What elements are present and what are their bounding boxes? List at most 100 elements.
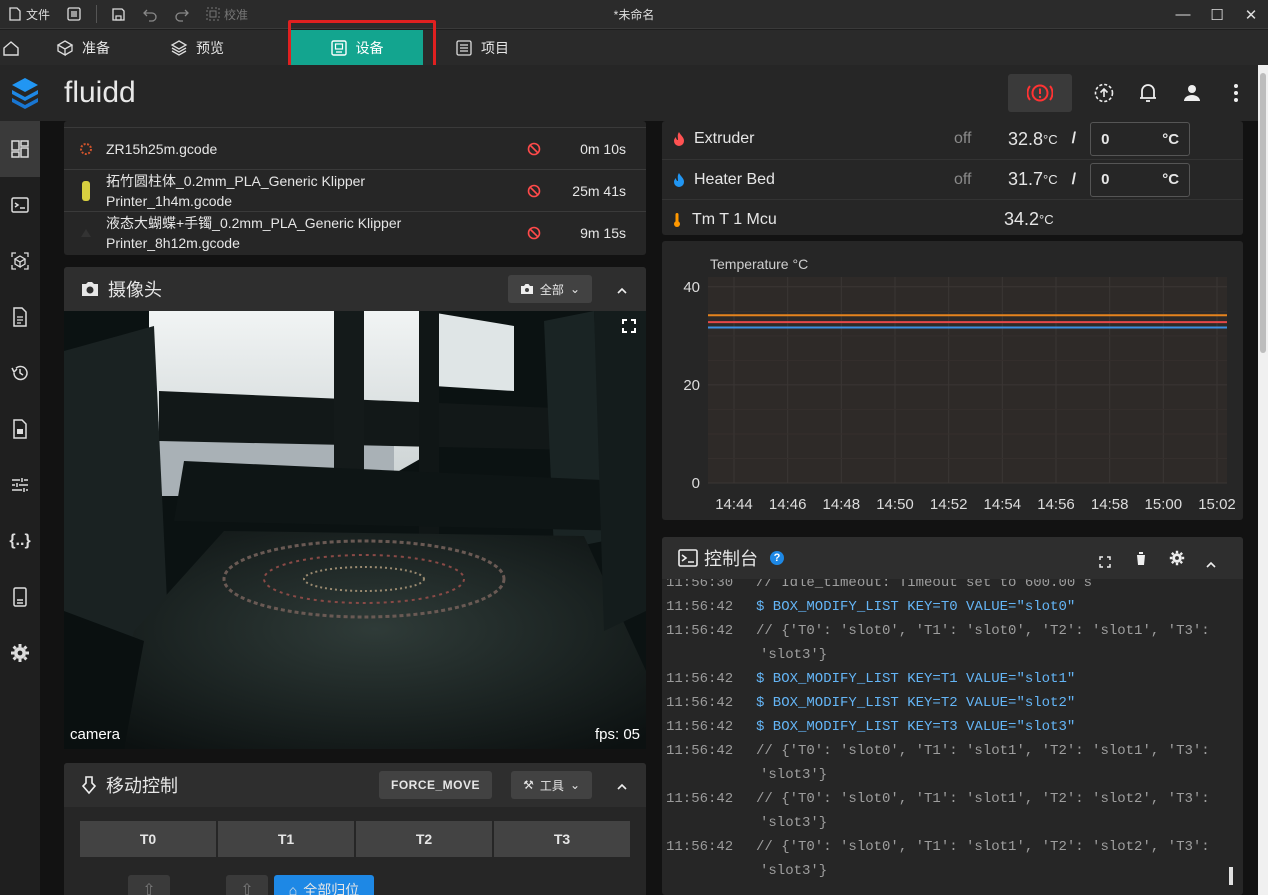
job-row[interactable]: 拓竹圆柱体_0.2mm_PLA_Generic Klipper Printer_1… <box>64 169 646 211</box>
tab-preview[interactable]: 预览 <box>160 30 290 65</box>
tab-device[interactable]: 设备 <box>290 30 423 65</box>
job-row[interactable]: 液态大蝴蝶+手镯_0.2mm_PLA_Generic Klipper Printe… <box>64 211 646 253</box>
temperature-card: Extruder off 32.8 °C / 0 °C Heater Bed o… <box>662 121 1243 235</box>
maximize-icon[interactable]: ☐ <box>1200 0 1234 29</box>
home-all-button[interactable]: ⌂ 全部归位 <box>274 875 374 895</box>
tool-t0-button[interactable]: T0 <box>80 821 216 857</box>
gear-icon[interactable] <box>1169 550 1185 571</box>
tool-t3-button[interactable]: T3 <box>494 821 630 857</box>
sidebar-item-dashboard[interactable] <box>0 121 40 177</box>
emergency-stop-button[interactable] <box>1008 74 1072 112</box>
console-line-continuation: 'slot3'} <box>760 767 828 783</box>
help-icon[interactable]: ? <box>770 551 784 565</box>
camera-icon <box>82 282 98 296</box>
console-line-continuation: 'slot3'} <box>760 863 828 879</box>
heater-row-bed: Heater Bed off 31.7 °C / 0 °C <box>662 159 1243 199</box>
job-thumbnail-icon <box>80 142 92 155</box>
camera-filter-dropdown[interactable]: 全部 ⌄ <box>507 275 592 303</box>
sidebar: {..} <box>0 121 40 895</box>
sidebar-item-history[interactable] <box>0 345 40 401</box>
job-row[interactable]: ZR15h25m.gcode 0m 10s <box>64 127 646 169</box>
camera-feed[interactable]: camera fps: 05 <box>64 311 646 749</box>
console-line: 11:56:30 // Idle_timeout: Timeout set to … <box>662 579 1243 595</box>
sidebar-item-console[interactable] <box>0 177 40 233</box>
notifications-button[interactable] <box>1126 71 1170 115</box>
page-scrollbar[interactable] <box>1258 65 1268 895</box>
sidebar-item-jobs[interactable] <box>0 289 40 345</box>
job-cancel-button[interactable] <box>514 142 554 156</box>
x-tick-label: 14:58 <box>1091 496 1129 513</box>
job-thumbnail-icon <box>82 180 90 201</box>
save-icon[interactable] <box>103 0 134 29</box>
extruder-target-input[interactable]: 0 °C <box>1090 122 1191 156</box>
tool-t1-button[interactable]: T1 <box>218 821 354 857</box>
main-content: ZR15h25m.gcode 0m 10s 拓竹圆柱体_0.2mm_PLA_Ge… <box>40 121 1258 895</box>
camera-card: 摄像头 全部 ⌄ camera fps: 05 <box>64 267 646 749</box>
gear-icon <box>11 644 29 662</box>
x-tick-label: 14:54 <box>984 496 1022 513</box>
collapse-chevron-icon[interactable] <box>616 279 628 300</box>
close-icon[interactable]: ✕ <box>1234 0 1268 29</box>
tool-t2-button[interactable]: T2 <box>356 821 492 857</box>
scrollbar-thumb[interactable] <box>1260 73 1266 353</box>
x-tick-label: 14:48 <box>823 496 861 513</box>
console-line: 11:56:42 // {'T0': 'slot0', 'T1': 'slot0'… <box>662 619 1243 643</box>
tab-project[interactable]: 项目 <box>423 30 509 65</box>
undo-icon[interactable] <box>134 0 166 29</box>
user-button[interactable] <box>1170 71 1214 115</box>
collapse-chevron-icon[interactable] <box>616 775 628 796</box>
console-line-continuation: 'slot3'} <box>760 815 828 831</box>
calibrate-menu[interactable]: 校准 <box>198 0 256 29</box>
sidebar-item-system[interactable] <box>0 569 40 625</box>
bed-target-input[interactable]: 0 °C <box>1090 162 1191 197</box>
file-document-icon <box>13 307 27 327</box>
camera-small-icon <box>520 284 533 294</box>
upload-button[interactable] <box>1082 71 1126 115</box>
file-menu[interactable]: 文件 <box>0 0 58 29</box>
temperature-chart-card: 14:44 14:46 14:48 14:50 14:52 14:54 14:56 14:58… <box>662 241 1243 520</box>
minimize-icon[interactable]: — <box>1166 0 1200 29</box>
job-name-line2: Printer_1h4m.gcode <box>106 192 233 209</box>
job-cancel-button[interactable] <box>514 226 554 240</box>
sidebar-item-gcode-preview[interactable] <box>0 233 40 289</box>
more-menu-button[interactable] <box>1214 71 1258 115</box>
job-name: ZR15h25m.gcode <box>106 140 218 157</box>
sidebar-item-files[interactable] <box>0 401 40 457</box>
menu-icon[interactable] <box>58 0 90 29</box>
console-log[interactable]: 11:56:30 // Idle_timeout: Timeout set to … <box>662 579 1243 895</box>
jog-z-up-button[interactable]: ⇧ <box>226 875 268 895</box>
force-move-button[interactable]: FORCE_MOVE <box>378 771 492 799</box>
jog-up-button[interactable]: ⇧ <box>128 875 170 895</box>
console-message: // {'T0': 'slot0', 'T1': 'slot0', 'T2': … <box>756 623 1210 639</box>
toolbar-divider <box>96 5 98 23</box>
redo-icon[interactable] <box>166 0 198 29</box>
console-message: $ BOX_MODIFY_LIST KEY=T1 VALUE="slot1" <box>756 671 1076 687</box>
y-tick-label: 40 <box>683 279 700 296</box>
sidebar-item-tune[interactable] <box>0 457 40 513</box>
x-tick-label: 14:52 <box>930 496 968 513</box>
sensor-temp-unit: °C <box>1039 212 1054 227</box>
move-control-card: 移动控制 FORCE_MOVE ⚒ 工具 ⌄ T0 T1 T2 T3 ⇧ ⇧ ⌂… <box>64 763 646 895</box>
temperature-chart[interactable]: 14:44 14:46 14:48 14:50 14:52 14:54 14:56 14:58… <box>662 241 1243 520</box>
job-cancel-button[interactable] <box>514 184 554 198</box>
more-vert-icon <box>1234 84 1238 102</box>
home-all-label: 全部归位 <box>303 882 360 895</box>
camera-name: camera <box>70 726 121 743</box>
window-titlebar: 文件 校准 *未命名 — ☐ ✕ <box>0 0 1268 29</box>
home-icon[interactable] <box>0 30 30 65</box>
tab-prepare[interactable]: 准备 <box>30 30 160 65</box>
collapse-chevron-icon[interactable] <box>1205 553 1217 574</box>
sidebar-item-settings[interactable] <box>0 625 40 681</box>
camera-card-header: 摄像头 全部 ⌄ <box>64 267 646 311</box>
console-scrollbar[interactable] <box>1229 867 1233 885</box>
fluidd-logo[interactable] <box>0 65 50 121</box>
heater-temp: 32.8 <box>1008 128 1044 149</box>
sidebar-item-macros[interactable]: {..} <box>0 513 40 569</box>
console-icon <box>678 549 698 567</box>
user-icon <box>1184 85 1200 101</box>
tools-dropdown[interactable]: ⚒ 工具 ⌄ <box>511 771 592 799</box>
trash-icon[interactable] <box>1135 550 1147 571</box>
expand-icon[interactable] <box>1099 552 1111 573</box>
camera-filter-label: 全部 <box>539 282 564 297</box>
fullscreen-icon[interactable] <box>622 319 636 338</box>
